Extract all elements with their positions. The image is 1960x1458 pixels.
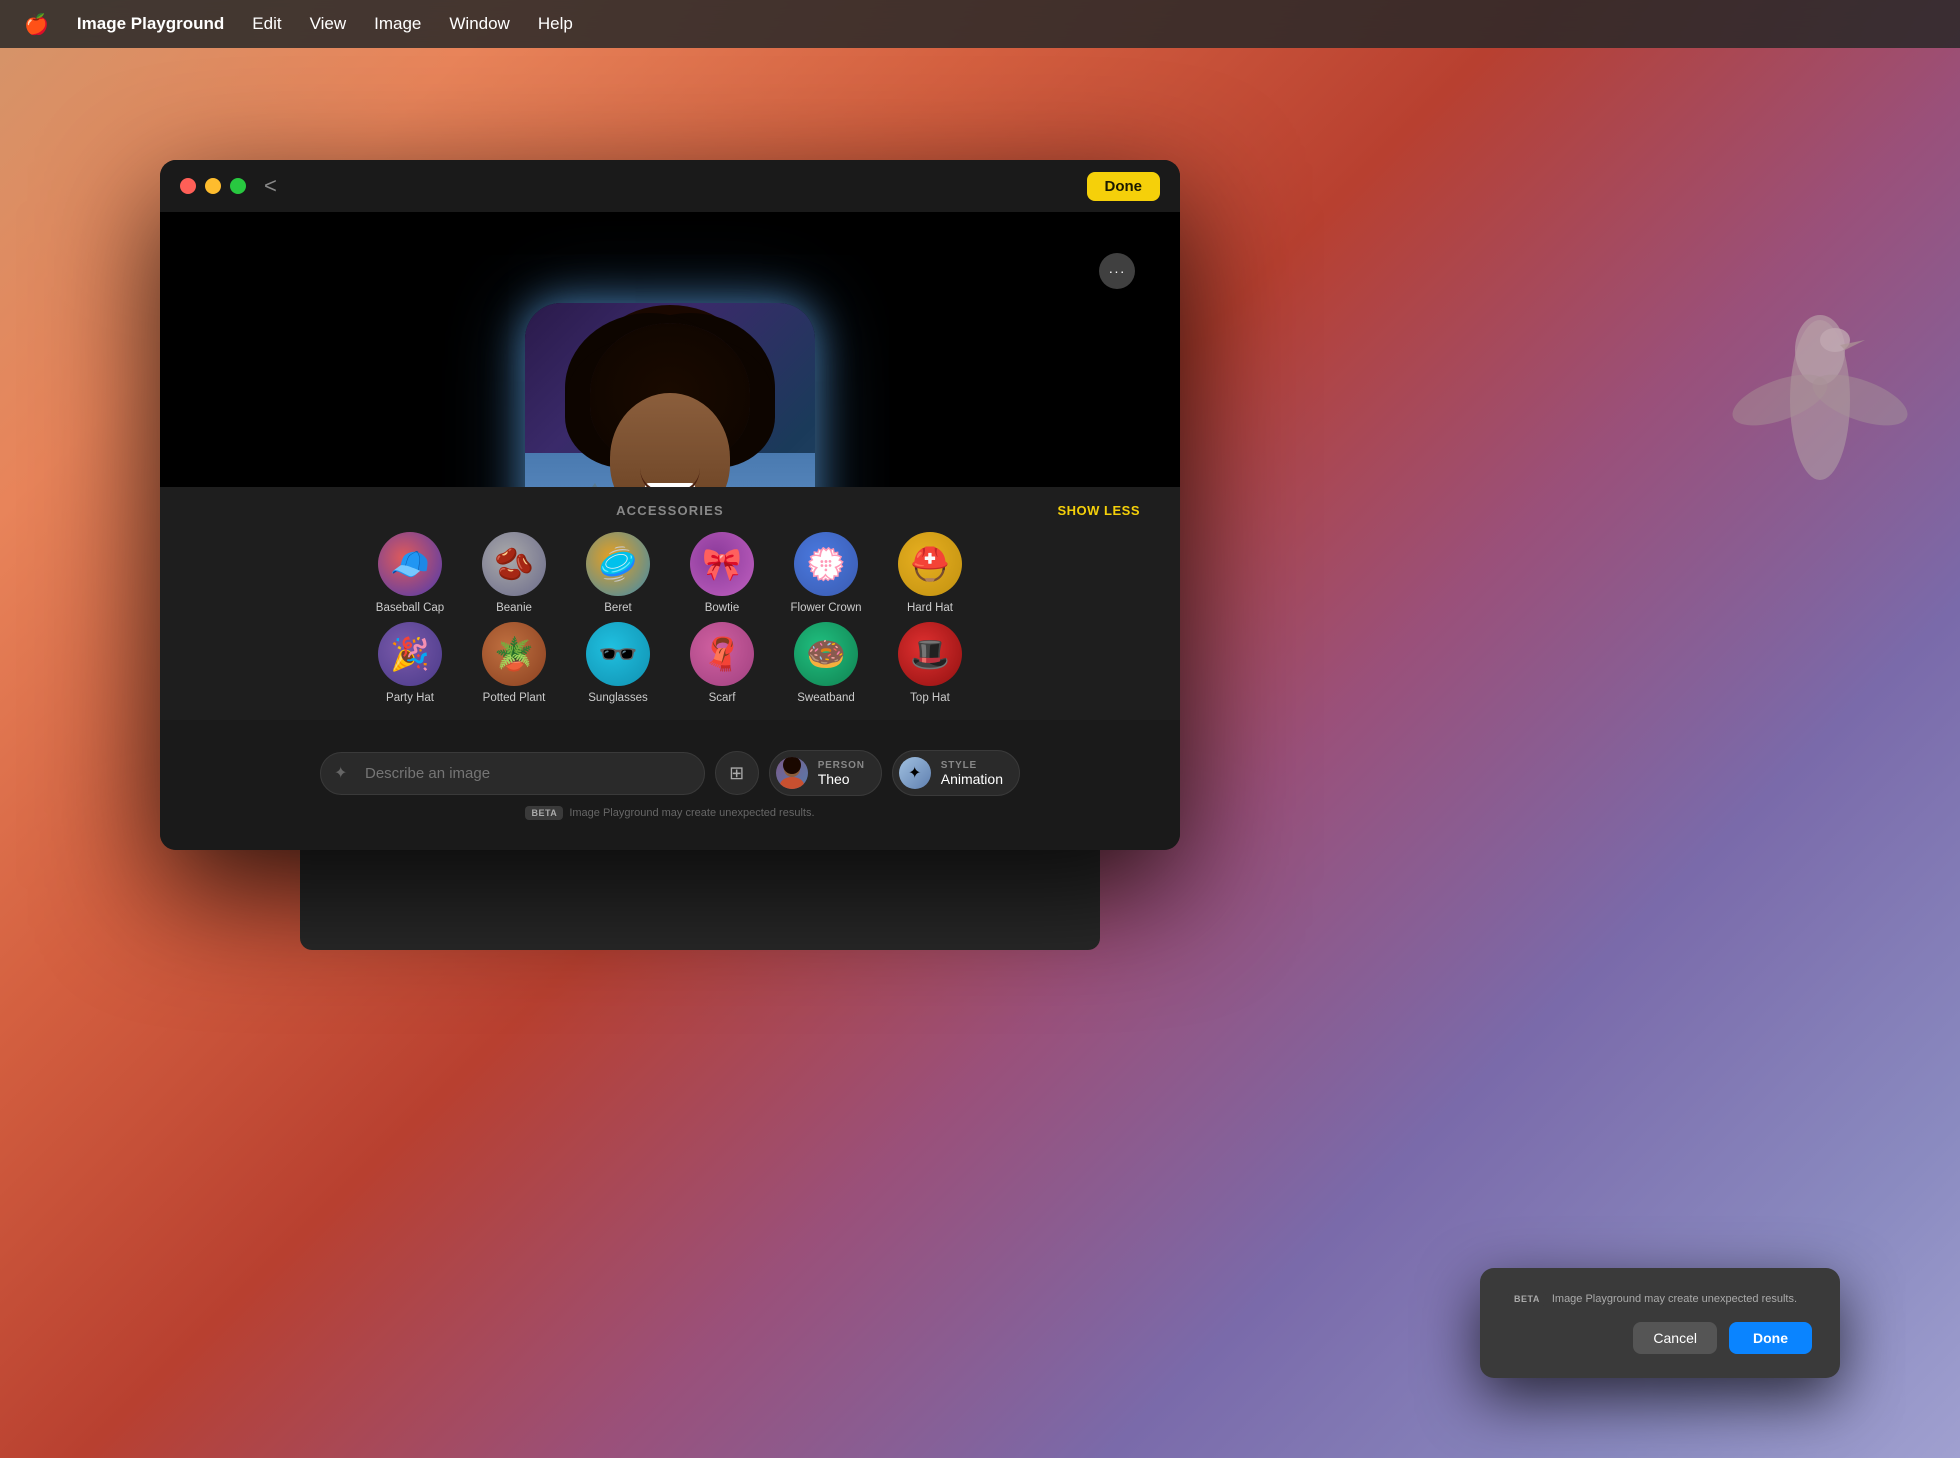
person-avatar [776,757,808,789]
bird-decoration [1720,200,1920,600]
accessory-beanie[interactable]: 🫘 Beanie [474,532,554,614]
scarf-label: Scarf [709,692,736,704]
baseball-cap-label: Baseball Cap [376,602,444,614]
menubar-image[interactable]: Image [374,14,421,34]
style-chip[interactable]: ✦ STYLE Animation [892,750,1020,796]
style-label: STYLE [941,760,1003,771]
traffic-lights [180,178,246,194]
accessory-sweatband[interactable]: 🍩 Sweatband [786,622,866,704]
beta-badge: BETA [525,806,563,820]
party-hat-label: Party Hat [386,692,434,704]
beret-label: Beret [604,602,632,614]
beta-text: Image Playground may create unexpected r… [569,807,814,819]
sunglasses-label: Sunglasses [588,692,647,704]
top-hat-icon: 🎩 [898,622,962,686]
accessories-header: ACCESSORIES SHOW LESS [200,503,1140,518]
dialog-buttons: Cancel Done [1508,1322,1812,1354]
style-info: STYLE Animation [941,760,1003,787]
person-label: PERSON [818,760,865,771]
beanie-icon: 🫘 [482,532,546,596]
accessory-party-hat[interactable]: 🎉 Party Hat [370,622,450,704]
accessories-row-2: 🎉 Party Hat 🪴 Potted Plant 🕶️ Sunglasses… [370,622,970,704]
accessory-beret[interactable]: 🥏 Beret [578,532,658,614]
dialog-beta-badge: BETA [1508,1292,1546,1306]
confirmation-dialog: BETA Image Playground may create unexpec… [1480,1268,1840,1378]
search-input-wrapper: ✦ [320,752,705,795]
show-less-button[interactable]: SHOW LESS [1057,503,1140,518]
accessory-sunglasses[interactable]: 🕶️ Sunglasses [578,622,658,704]
menubar-app-name[interactable]: Image Playground [77,14,224,34]
baseball-cap-icon: 🧢 [378,532,442,596]
image-upload-icon: ⊞ [729,763,744,784]
flower-crown-icon: 💮 [794,532,858,596]
dialog-cancel-button[interactable]: Cancel [1633,1322,1717,1354]
apple-menu-icon[interactable]: 🍎 [24,12,49,37]
dialog-beta-text: Image Playground may create unexpected r… [1552,1293,1797,1305]
accessory-potted-plant[interactable]: 🪴 Potted Plant [474,622,554,704]
person-info: PERSON Theo [818,760,865,787]
accessories-grid: 🧢 Baseball Cap 🫘 Beanie 🥏 Beret 🎀 Bowtie… [200,532,1140,704]
accessory-hard-hat[interactable]: ⛑️ Hard Hat [890,532,970,614]
style-name: Animation [941,771,1003,787]
menubar-view[interactable]: View [310,14,347,34]
bottom-bar: ✦ ⊞ PERSON Theo [160,720,1180,850]
flower-crown-label: Flower Crown [791,602,862,614]
app-window: < Done ··· [160,160,1180,850]
accessory-bowtie[interactable]: 🎀 Bowtie [682,532,762,614]
menubar-edit[interactable]: Edit [252,14,281,34]
top-hat-label: Top Hat [910,692,950,704]
person-chip[interactable]: PERSON Theo [769,750,882,796]
maximize-button[interactable] [230,178,246,194]
accessories-title: ACCESSORIES [616,503,724,518]
sunglasses-icon: 🕶️ [586,622,650,686]
bowtie-label: Bowtie [705,602,740,614]
image-upload-button[interactable]: ⊞ [715,751,759,795]
sweatband-label: Sweatband [797,692,855,704]
sweatband-icon: 🍩 [794,622,858,686]
potted-plant-label: Potted Plant [483,692,546,704]
person-name: Theo [818,771,865,787]
dialog-beta-bar: BETA Image Playground may create unexpec… [1508,1292,1812,1306]
party-hat-icon: 🎉 [378,622,442,686]
hard-hat-label: Hard Hat [907,602,953,614]
hard-hat-icon: ⛑️ [898,532,962,596]
scarf-icon: 🧣 [690,622,754,686]
style-icon: ✦ [899,757,931,789]
minimize-button[interactable] [205,178,221,194]
done-button[interactable]: Done [1087,172,1161,201]
accessory-top-hat[interactable]: 🎩 Top Hat [890,622,970,704]
accessory-baseball-cap[interactable]: 🧢 Baseball Cap [370,532,450,614]
potted-plant-icon: 🪴 [482,622,546,686]
more-options-button[interactable]: ··· [1099,253,1135,289]
back-button[interactable]: < [264,173,277,199]
menubar-help[interactable]: Help [538,14,573,34]
title-bar: < Done [160,160,1180,212]
accessory-flower-crown[interactable]: 💮 Flower Crown [786,532,866,614]
menubar: 🍎 Image Playground Edit View Image Windo… [0,0,1960,48]
search-icon: ✦ [334,763,347,783]
input-row: ✦ ⊞ PERSON Theo [320,750,1020,796]
bowtie-icon: 🎀 [690,532,754,596]
dialog-done-button[interactable]: Done [1729,1322,1812,1354]
accessories-section: ACCESSORIES SHOW LESS 🧢 Baseball Cap 🫘 B… [160,487,1180,720]
menubar-window[interactable]: Window [449,14,509,34]
close-button[interactable] [180,178,196,194]
beanie-label: Beanie [496,602,532,614]
beta-bar: BETA Image Playground may create unexpec… [525,806,814,820]
accessory-scarf[interactable]: 🧣 Scarf [682,622,762,704]
describe-image-input[interactable] [320,752,705,795]
accessories-row-1: 🧢 Baseball Cap 🫘 Beanie 🥏 Beret 🎀 Bowtie… [370,532,970,614]
beret-icon: 🥏 [586,532,650,596]
